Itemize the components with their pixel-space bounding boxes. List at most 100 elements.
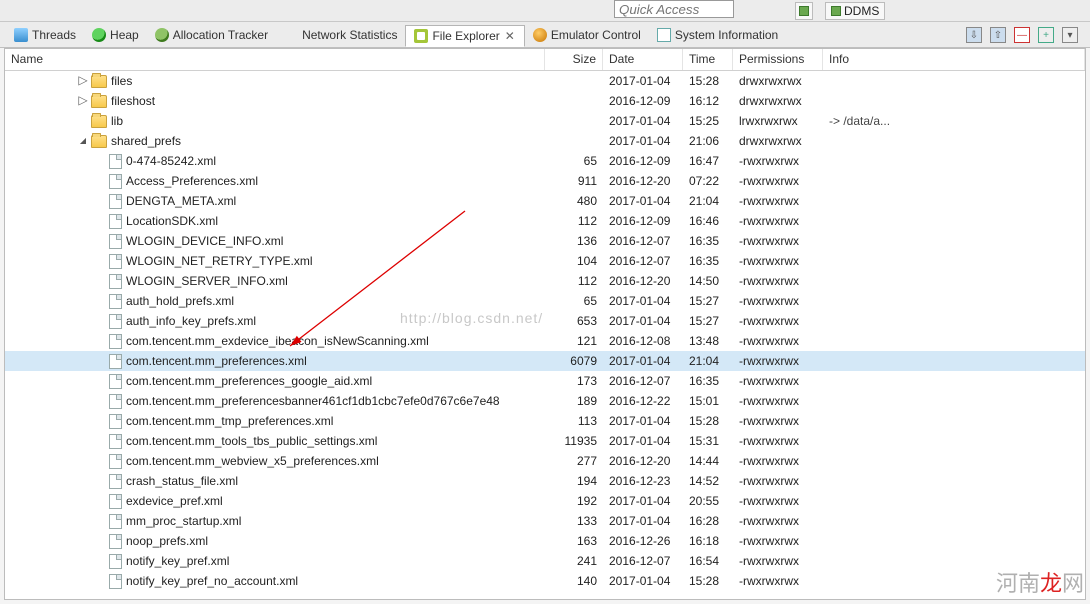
item-permissions: -rwxrwxrwx	[733, 554, 823, 568]
tab-heap[interactable]: Heap	[84, 25, 147, 45]
expander-icon[interactable]	[77, 74, 89, 86]
item-permissions: lrwxrwxrwx	[733, 114, 823, 128]
item-name: shared_prefs	[111, 134, 181, 148]
item-name: exdevice_pref.xml	[126, 494, 223, 508]
item-date: 2016-12-23	[603, 474, 683, 488]
item-name: mm_proc_startup.xml	[126, 514, 241, 528]
item-size: 65	[545, 154, 603, 168]
file-icon	[109, 334, 122, 349]
item-permissions: -rwxrwxrwx	[733, 494, 823, 508]
tab-label: File Explorer	[432, 29, 499, 43]
file-row[interactable]: com.tencent.mm_tools_tbs_public_settings…	[5, 431, 1085, 451]
tab-net[interactable]: Network Statistics	[276, 25, 405, 45]
file-row[interactable]: notify_key_pref.xml2412016-12-0716:54-rw…	[5, 551, 1085, 571]
item-time: 16:47	[683, 154, 733, 168]
file-tree[interactable]: files2017-01-0415:28drwxrwxrwxfileshost2…	[5, 71, 1085, 599]
threads-icon	[14, 28, 28, 42]
tab-sys[interactable]: System Information	[649, 25, 786, 45]
delete-button[interactable]: —	[1014, 27, 1030, 43]
close-icon[interactable]: ✕	[504, 29, 516, 43]
tab-file[interactable]: File Explorer ✕	[405, 25, 524, 47]
item-size: 241	[545, 554, 603, 568]
item-date: 2016-12-07	[603, 254, 683, 268]
col-date[interactable]: Date	[603, 49, 683, 70]
item-name: auth_info_key_prefs.xml	[126, 314, 256, 328]
open-perspective-button[interactable]	[795, 2, 813, 20]
item-date: 2016-12-07	[603, 234, 683, 248]
new-folder-button[interactable]: +	[1038, 27, 1054, 43]
item-size: 192	[545, 494, 603, 508]
file-row[interactable]: com.tencent.mm_preferences_google_aid.xm…	[5, 371, 1085, 391]
tab-label: System Information	[675, 28, 778, 42]
file-row[interactable]: WLOGIN_NET_RETRY_TYPE.xml1042016-12-0716…	[5, 251, 1085, 271]
item-info: -> /data/a...	[823, 114, 1085, 128]
item-time: 15:31	[683, 434, 733, 448]
folder-row[interactable]: files2017-01-0415:28drwxrwxrwx	[5, 71, 1085, 91]
file-row[interactable]: com.tencent.mm_webview_x5_preferences.xm…	[5, 451, 1085, 471]
item-permissions: -rwxrwxrwx	[733, 254, 823, 268]
expander-icon[interactable]	[77, 94, 89, 106]
view-toolbar: ⇩ ⇧ — + ▾	[966, 24, 1078, 46]
item-permissions: -rwxrwxrwx	[733, 454, 823, 468]
item-date: 2017-01-04	[603, 414, 683, 428]
col-time[interactable]: Time	[683, 49, 733, 70]
tab-label: Heap	[110, 28, 139, 42]
file-icon	[109, 574, 122, 589]
view-menu-button[interactable]: ▾	[1062, 27, 1078, 43]
item-date: 2016-12-20	[603, 274, 683, 288]
item-date: 2016-12-08	[603, 334, 683, 348]
folder-row[interactable]: fileshost2016-12-0916:12drwxrwxrwx	[5, 91, 1085, 111]
file-row[interactable]: exdevice_pref.xml1922017-01-0420:55-rwxr…	[5, 491, 1085, 511]
item-permissions: -rwxrwxrwx	[733, 434, 823, 448]
tab-threads[interactable]: Threads	[6, 25, 84, 45]
col-size[interactable]: Size	[545, 49, 603, 70]
folder-row[interactable]: shared_prefs2017-01-0421:06drwxrwxrwx	[5, 131, 1085, 151]
item-time: 16:35	[683, 374, 733, 388]
item-date: 2017-01-04	[603, 434, 683, 448]
col-name[interactable]: Name	[5, 49, 545, 70]
folder-icon	[91, 115, 107, 128]
file-row[interactable]: auth_info_key_prefs.xml6532017-01-0415:2…	[5, 311, 1085, 331]
item-date: 2017-01-04	[603, 514, 683, 528]
col-info[interactable]: Info	[823, 49, 1085, 70]
file-icon	[109, 374, 122, 389]
item-name: notify_key_pref.xml	[126, 554, 229, 568]
heap-icon	[92, 28, 106, 42]
tab-alloc[interactable]: Allocation Tracker	[147, 25, 276, 45]
tab-emu[interactable]: Emulator Control	[525, 25, 649, 45]
quick-access-input[interactable]	[614, 0, 734, 18]
pull-file-button[interactable]: ⇩	[966, 27, 982, 43]
file-row[interactable]: mm_proc_startup.xml1332017-01-0416:28-rw…	[5, 511, 1085, 531]
file-row[interactable]: com.tencent.mm_exdevice_ibeacon_isNewSca…	[5, 331, 1085, 351]
item-name: WLOGIN_SERVER_INFO.xml	[126, 274, 288, 288]
file-row[interactable]: Access_Preferences.xml9112016-12-2007:22…	[5, 171, 1085, 191]
file-row[interactable]: crash_status_file.xml1942016-12-2314:52-…	[5, 471, 1085, 491]
file-row[interactable]: WLOGIN_SERVER_INFO.xml1122016-12-2014:50…	[5, 271, 1085, 291]
file-row[interactable]: DENGTA_META.xml4802017-01-0421:04-rwxrwx…	[5, 191, 1085, 211]
file-row[interactable]: WLOGIN_DEVICE_INFO.xml1362016-12-0716:35…	[5, 231, 1085, 251]
file-row[interactable]: auth_hold_prefs.xml652017-01-0415:27-rwx…	[5, 291, 1085, 311]
file-row[interactable]: com.tencent.mm_preferences.xml60792017-0…	[5, 351, 1085, 371]
file-row[interactable]: LocationSDK.xml1122016-12-0916:46-rwxrwx…	[5, 211, 1085, 231]
site-brand: 河南龙网	[996, 566, 1084, 598]
folder-row[interactable]: lib2017-01-0415:25lrwxrwxrwx-> /data/a..…	[5, 111, 1085, 131]
file-row[interactable]: noop_prefs.xml1632016-12-2616:18-rwxrwxr…	[5, 531, 1085, 551]
file-row[interactable]: com.tencent.mm_preferencesbanner461cf1db…	[5, 391, 1085, 411]
expander-icon[interactable]	[77, 114, 89, 126]
folder-icon	[91, 75, 107, 88]
file-row[interactable]: notify_key_pref_no_account.xml1402017-01…	[5, 571, 1085, 591]
item-date: 2016-12-20	[603, 174, 683, 188]
item-name: fileshost	[111, 94, 155, 108]
file-row[interactable]: 0-474-85242.xml652016-12-0916:47-rwxrwxr…	[5, 151, 1085, 171]
item-permissions: -rwxrwxrwx	[733, 534, 823, 548]
item-size: 163	[545, 534, 603, 548]
item-permissions: -rwxrwxrwx	[733, 174, 823, 188]
push-file-button[interactable]: ⇧	[990, 27, 1006, 43]
perspective-ddms[interactable]: DDMS	[825, 2, 885, 20]
col-permissions[interactable]: Permissions	[733, 49, 823, 70]
item-permissions: drwxrwxrwx	[733, 134, 823, 148]
file-row[interactable]: com.tencent.mm_tmp_preferences.xml113201…	[5, 411, 1085, 431]
file-icon	[109, 474, 122, 489]
item-date: 2017-01-04	[603, 294, 683, 308]
expander-icon[interactable]	[77, 134, 89, 146]
